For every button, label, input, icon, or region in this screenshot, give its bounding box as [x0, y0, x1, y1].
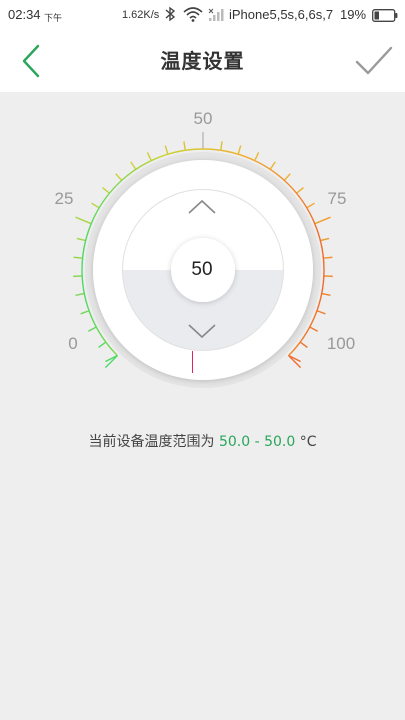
scale-tick — [102, 186, 110, 194]
scale-tick — [323, 256, 333, 259]
temperature-dial: 0 25 50 75 100 — [0, 92, 405, 392]
scale-tick — [75, 292, 85, 297]
signal-icon — [208, 6, 226, 25]
scale-tick — [80, 310, 90, 315]
check-icon — [355, 46, 393, 75]
status-net-speed: 1.62K/s — [122, 9, 160, 21]
scale-label-50: 50 — [194, 109, 213, 128]
scale-tick — [306, 202, 315, 209]
decrease-button[interactable] — [180, 318, 226, 348]
nav-bar: 温度设置 — [0, 30, 405, 92]
scale-tick — [91, 202, 100, 209]
scale-tick — [316, 310, 326, 315]
scale-tick — [115, 173, 123, 181]
range-separator: - — [250, 434, 265, 450]
scale-tick — [75, 216, 92, 225]
page-title: 温度设置 — [160, 49, 245, 73]
temperature-input[interactable] — [170, 248, 234, 292]
status-bar: 02:34 下午 1.62K/s iPhone5,5s,6,6s,7 19% — [0, 0, 405, 30]
scale-tick — [237, 145, 242, 155]
scale-tick — [146, 152, 152, 161]
scale-tick — [283, 173, 291, 181]
scale-label-100: 100 — [327, 334, 355, 353]
scale-tick — [288, 355, 302, 369]
dial-graphic: 0 25 50 75 100 — [55, 109, 355, 388]
increase-button[interactable] — [180, 192, 226, 222]
scale-tick — [104, 355, 118, 369]
scale-tick — [296, 186, 304, 194]
range-high: 50.0 — [264, 434, 296, 450]
scale-tick — [254, 152, 260, 161]
scale-tick — [321, 292, 331, 297]
scale-tick — [320, 237, 330, 242]
scale-tick — [183, 141, 186, 151]
wifi-icon — [183, 6, 203, 25]
status-battery-percent: 19% — [340, 7, 367, 22]
scale-tick — [269, 161, 276, 170]
bluetooth-icon — [164, 6, 176, 25]
text-caret — [192, 351, 193, 373]
scale-tick — [88, 326, 97, 332]
scale-tick — [164, 145, 169, 155]
status-ampm: 下午 — [44, 13, 63, 23]
scale-tick — [98, 341, 107, 349]
scale-tick — [73, 256, 83, 259]
scale-tick — [76, 237, 86, 242]
scale-tick — [309, 326, 318, 332]
temperature-range-text: 当前设备温度范围为 50.0 - 50.0 °C — [0, 431, 405, 451]
scale-tick — [220, 141, 223, 151]
range-prefix: 当前设备温度范围为 — [88, 434, 219, 450]
range-low: 50.0 — [218, 434, 251, 450]
battery-icon — [372, 9, 398, 25]
scale-tick — [314, 216, 331, 225]
scale-tick — [130, 161, 137, 170]
confirm-button[interactable] — [351, 40, 395, 82]
range-unit: °C — [295, 434, 317, 450]
scale-label-0: 0 — [68, 334, 77, 353]
status-carrier: iPhone5,5s,6,6s,7 — [229, 7, 334, 22]
status-time: 02:34 — [8, 7, 41, 22]
scale-tick — [299, 341, 308, 349]
scale-label-25: 25 — [55, 189, 74, 208]
scale-label-75: 75 — [328, 189, 347, 208]
